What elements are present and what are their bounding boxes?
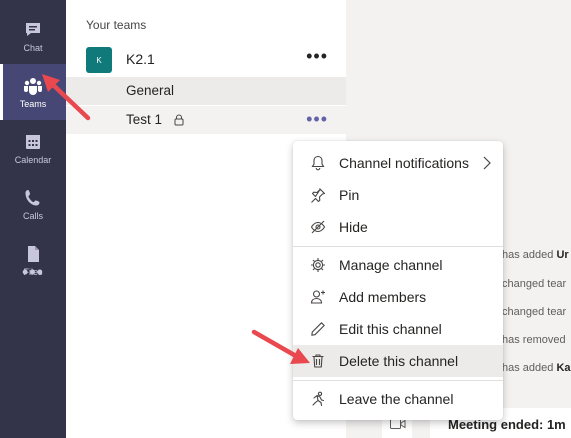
menu-item-label: Leave the channel <box>339 391 454 407</box>
menu-item-label: Edit this channel <box>339 321 442 337</box>
team-avatar: K <box>86 47 112 73</box>
rail-item-chat[interactable]: Chat <box>0 8 66 64</box>
menu-item-channel-notifications[interactable]: Channel notifications <box>293 147 503 179</box>
menu-item-pin[interactable]: Pin <box>293 179 503 211</box>
menu-item-label: Add members <box>339 289 427 305</box>
pencil-icon <box>311 322 325 336</box>
rail-item-label: Calendar <box>14 154 52 165</box>
lock-icon <box>174 114 184 126</box>
menu-item-hide[interactable]: Hide <box>293 211 503 243</box>
ellipsis-icon: ••• <box>22 262 44 282</box>
phone-icon <box>25 189 40 205</box>
channel-name: Test 1 <box>126 112 163 127</box>
activity-line: has added Ka <box>502 362 571 374</box>
channel-context-menu: Channel notifications Pin Hide Manage ch… <box>293 141 503 420</box>
channel-item-test-1[interactable]: Test 1 ••• <box>66 106 346 134</box>
add-person-icon <box>310 290 325 304</box>
menu-item-manage-channel[interactable]: Manage channel <box>293 249 503 281</box>
section-label-your-teams: Your teams <box>86 18 147 32</box>
menu-divider <box>293 380 503 381</box>
chat-icon <box>26 22 40 36</box>
menu-item-label: Delete this channel <box>339 353 459 369</box>
team-more-options-button[interactable]: ••• <box>306 47 328 65</box>
rail-item-calendar[interactable]: Calendar <box>0 120 66 176</box>
menu-item-delete-this-channel[interactable]: Delete this channel <box>293 345 503 377</box>
menu-item-label: Pin <box>339 187 360 203</box>
channel-item-general[interactable]: General <box>66 77 346 105</box>
chevron-right-icon <box>483 156 491 170</box>
menu-divider <box>293 246 503 247</box>
menu-item-add-members[interactable]: Add members <box>293 281 503 313</box>
gear-icon <box>311 258 325 272</box>
team-row[interactable]: K K2.1 ••• <box>66 42 346 76</box>
team-name: K2.1 <box>126 51 155 67</box>
app-rail: Chat Teams Calendar Calls Files ••• <box>0 0 66 438</box>
menu-item-label: Manage channel <box>339 257 443 273</box>
menu-item-leave-the-channel[interactable]: Leave the channel <box>293 383 503 415</box>
rail-item-label: Calls <box>22 210 43 221</box>
rail-item-calls[interactable]: Calls <box>0 176 66 232</box>
rail-item-teams[interactable]: Teams <box>0 64 66 120</box>
file-icon <box>28 245 39 262</box>
menu-item-label: Hide <box>339 219 368 235</box>
pin-icon <box>311 188 326 203</box>
menu-item-label: Channel notifications <box>339 155 469 171</box>
channel-more-options-button[interactable]: ••• <box>306 109 328 130</box>
channel-name: General <box>126 83 175 98</box>
trash-icon <box>312 354 324 368</box>
activity-line: changed tear <box>502 278 567 290</box>
more-apps-button[interactable]: ••• <box>0 262 66 290</box>
rail-item-label: Chat <box>23 42 43 53</box>
calendar-icon <box>26 134 40 149</box>
activity-line: changed tear <box>502 306 567 318</box>
menu-item-edit-this-channel[interactable]: Edit this channel <box>293 313 503 345</box>
activity-line: has added Ur <box>502 249 569 261</box>
rail-item-label: Teams <box>19 98 47 109</box>
teams-icon <box>24 77 42 95</box>
activity-line: has removed <box>502 334 566 346</box>
leave-icon <box>312 391 325 407</box>
bell-icon <box>311 155 325 171</box>
hide-icon <box>310 220 326 234</box>
